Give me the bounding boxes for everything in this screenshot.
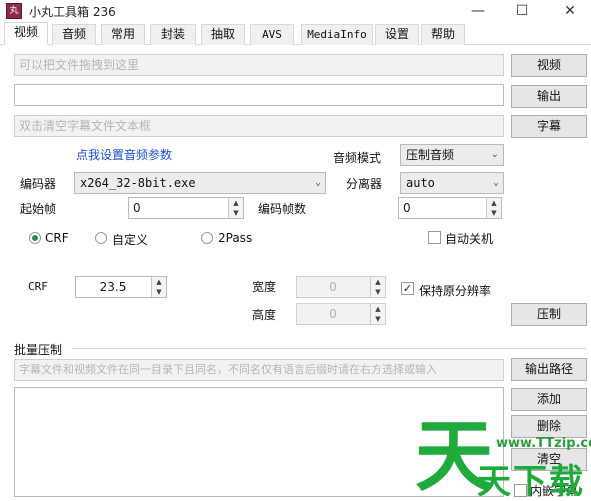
splitter-label: 分离器	[346, 177, 383, 191]
watermark-url: www.TTzip.com	[496, 436, 591, 451]
chevron-down-icon: ⌄	[314, 177, 321, 188]
delete-button[interactable]: 删除	[511, 415, 587, 438]
radio-crf[interactable]	[29, 232, 41, 244]
tab-audio[interactable]: 音频	[52, 24, 96, 45]
crf-value: 23.5	[99, 280, 127, 294]
stepper-arrows-icon[interactable]: ▲ ▼	[370, 277, 385, 297]
subtitle-field[interactable]: 双击清空字幕文件文本框	[14, 115, 504, 137]
encode-frames-label: 编码帧数	[258, 202, 307, 216]
crf-stepper[interactable]: 23.5 ▲ ▼	[75, 276, 167, 298]
tab-settings[interactable]: 设置	[375, 24, 419, 45]
width-stepper[interactable]: 0 ▲ ▼	[296, 276, 386, 298]
output-field[interactable]	[14, 84, 504, 106]
compress-button[interactable]: 压制	[511, 303, 587, 326]
maximize-icon[interactable]: ☐	[500, 0, 544, 22]
audio-settings-link[interactable]: 点我设置音频参数	[76, 146, 172, 163]
tab-common[interactable]: 常用	[101, 24, 145, 45]
output-path-button[interactable]: 输出路径	[511, 358, 587, 381]
watermark-text: 天下载	[477, 462, 585, 501]
width-value: 0	[329, 280, 337, 294]
batch-group-title: 批量压制	[14, 343, 63, 357]
close-icon[interactable]: ✕	[548, 0, 591, 22]
output-button[interactable]: 输出	[511, 85, 587, 108]
tab-mux[interactable]: 封装	[150, 24, 196, 45]
encode-frames-stepper[interactable]: 0 ▲ ▼	[398, 197, 502, 219]
radio-custom-label: 自定义	[112, 233, 149, 247]
splitter-value: auto	[406, 176, 435, 190]
tab-extract[interactable]: 抽取	[201, 24, 245, 45]
start-frame-stepper[interactable]: 0 ▲ ▼	[128, 197, 244, 219]
stepper-arrows-icon[interactable]: ▲ ▼	[151, 277, 166, 297]
auto-shutdown-label: 自动关机	[445, 232, 494, 246]
stepper-arrows-icon[interactable]: ▲ ▼	[228, 198, 243, 218]
radio-custom[interactable]	[95, 232, 107, 244]
audio-mode-value: 压制音频	[406, 148, 455, 162]
tab-video[interactable]: 视频	[4, 22, 48, 45]
keep-resolution-label: 保持原分辨率	[419, 284, 492, 298]
video-button[interactable]: 视频	[511, 54, 587, 77]
encoder-label: 编码器	[20, 177, 57, 191]
tab-mediainfo[interactable]: MediaInfo	[301, 24, 373, 45]
start-frame-value: 0	[133, 201, 141, 215]
batch-hint-field[interactable]: 字幕文件和视频文件在同一目录下且同名，不同名仅有语言后缀时请在右方选择或输入	[14, 359, 504, 381]
height-stepper[interactable]: 0 ▲ ▼	[296, 303, 386, 325]
chevron-down-icon: ⌄	[490, 149, 499, 160]
audio-mode-label: 音频模式	[333, 151, 382, 165]
start-frame-label: 起始帧	[20, 202, 57, 216]
crf-label: CRF	[28, 280, 48, 293]
splitter-select[interactable]: auto ⌄	[400, 172, 504, 194]
encoder-select[interactable]: x264_32-8bit.exe ⌄	[74, 172, 326, 194]
auto-shutdown-checkbox[interactable]	[428, 231, 441, 244]
window-title: 小丸工具箱 236	[29, 5, 116, 19]
stepper-arrows-icon[interactable]: ▲ ▼	[486, 198, 501, 218]
width-label: 宽度	[252, 280, 277, 294]
height-value: 0	[329, 307, 337, 321]
video-input-field[interactable]: 可以把文件拖拽到这里	[14, 54, 504, 76]
chevron-down-icon: ⌄	[492, 177, 499, 188]
batch-group-divider	[72, 348, 587, 349]
radio-2pass-label: 2Pass	[218, 231, 253, 245]
stepper-arrows-icon[interactable]: ▲ ▼	[370, 304, 385, 324]
keep-resolution-checkbox[interactable]: ✓	[401, 282, 414, 295]
audio-mode-select[interactable]: 压制音频 ⌄	[400, 144, 504, 166]
app-icon: 丸	[6, 3, 22, 19]
minimize-icon[interactable]: —	[456, 0, 500, 22]
encode-frames-value: 0	[403, 201, 411, 215]
height-label: 高度	[252, 308, 277, 322]
tab-help[interactable]: 帮助	[421, 24, 465, 45]
add-button[interactable]: 添加	[511, 388, 587, 411]
radio-2pass[interactable]	[201, 232, 213, 244]
radio-crf-label: CRF	[45, 231, 69, 245]
tab-avs[interactable]: AVS	[250, 24, 294, 45]
subtitle-button[interactable]: 字幕	[511, 115, 587, 138]
encoder-value: x264_32-8bit.exe	[80, 176, 196, 190]
